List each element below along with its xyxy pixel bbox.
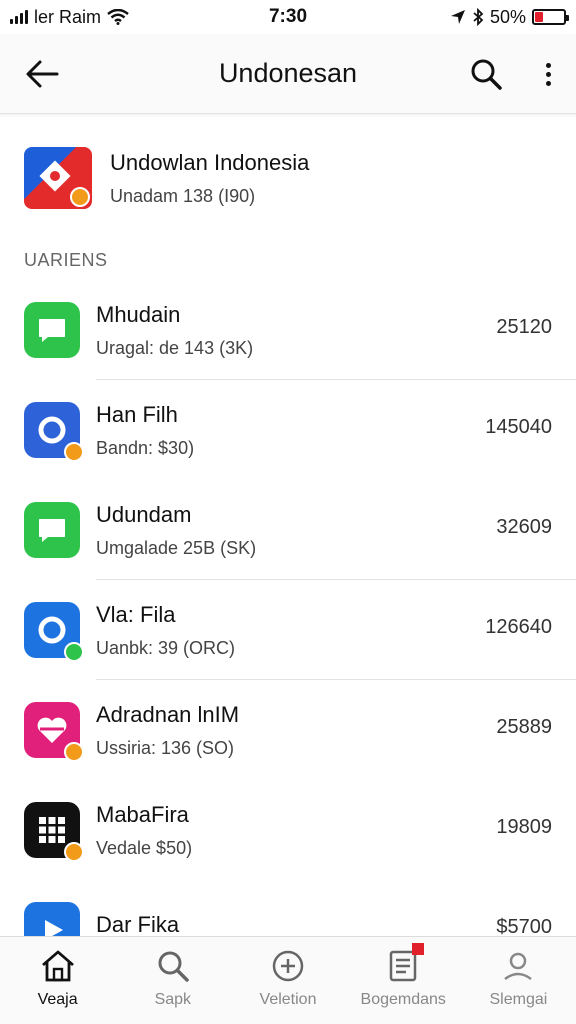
battery-percent: 50% [489, 6, 526, 27]
search-icon [471, 59, 502, 90]
nav-item-search[interactable]: Sapk [115, 937, 230, 1024]
badge-icon [70, 187, 90, 207]
location-arrow-icon [450, 10, 465, 24]
star-icon [39, 160, 71, 192]
list-item[interactable]: MabaFira Vedale $50) 19809 [0, 780, 576, 880]
bluetooth-icon [473, 8, 484, 26]
status-bar: ler Raim 7:30 50% [0, 0, 576, 34]
nav-item-documents[interactable]: Bogemdans [346, 937, 461, 1024]
chat-icon [24, 302, 80, 358]
nav-item-add[interactable]: Veletion [230, 937, 345, 1024]
app-count: 19809 [496, 816, 552, 838]
list-item[interactable]: Udundam Umgalade 25B (SK) 32609 [0, 480, 576, 580]
app-subtitle: Uanbk: 39 (ORC) [96, 637, 236, 658]
nav-label: Veletion [259, 991, 317, 1008]
app-count: 32609 [496, 516, 552, 538]
app-count: 145040 [485, 416, 552, 438]
featured-app[interactable]: Undowlan Indonesia Unadam 138 (I90) [24, 138, 554, 218]
badge-icon [64, 842, 84, 862]
chat-icon [24, 502, 80, 558]
app-count: 25889 [496, 716, 552, 738]
badge-icon [64, 442, 84, 462]
more-options-button[interactable] [536, 54, 560, 94]
nav-label: Sapk [154, 991, 192, 1008]
more-dot [545, 80, 551, 86]
nav-label: Slemgai [489, 991, 548, 1008]
app-subtitle: Uragal: de 143 (3K) [96, 337, 254, 358]
badge-icon [64, 642, 84, 662]
signal-icon [10, 10, 28, 24]
grid-icon [24, 802, 84, 862]
indonesia-flag-icon [24, 147, 92, 209]
wifi-icon [107, 9, 129, 25]
app-name: MabaFira [96, 801, 189, 827]
app-subtitle: Bandn: $30) [96, 437, 195, 458]
more-dot [545, 71, 551, 77]
list-item[interactable]: Han Filh Bandn: $30) 145040 [0, 380, 576, 480]
nav-label: Bogemdans [360, 991, 446, 1008]
app-name: Han Filh [96, 401, 178, 427]
app-list: Mhudain Uragal: de 143 (3K) 25120 Han Fi… [0, 280, 576, 980]
app-count: 25120 [496, 316, 552, 338]
section-label: UARIENS [24, 250, 108, 270]
notification-dot [411, 943, 424, 955]
add-icon [272, 950, 304, 982]
app-count: 126640 [485, 616, 552, 638]
more-dot [545, 62, 551, 68]
list-item[interactable]: Adradnan lnIM Ussiria: 136 (SO) 25889 [0, 680, 576, 780]
battery-icon [532, 9, 569, 25]
app-bar: Undonesan [0, 34, 576, 114]
search-icon [158, 951, 189, 982]
heart-icon [24, 702, 84, 762]
featured-app-subtitle: Unadam 138 (I90) [110, 185, 256, 206]
ring-icon [24, 602, 84, 662]
app-subtitle: Vedale $50) [96, 837, 193, 858]
list-item[interactable]: Vla: Fila Uanbk: 39 (ORC) 126640 [0, 580, 576, 680]
home-icon [41, 950, 74, 982]
app-name: Dar Fika [96, 912, 180, 937]
bottom-nav: Veaja Sapk Veletion Bogemdans Slemgai [0, 936, 576, 1024]
app-name: Adradnan lnIM [96, 701, 240, 727]
profile-icon [504, 952, 533, 981]
nav-item-profile[interactable]: Slemgai [461, 937, 576, 1024]
app-name: Udundam [96, 501, 192, 527]
app-subtitle: Ussiria: 136 (SO) [96, 737, 235, 758]
search-button[interactable] [466, 54, 506, 94]
battery-fill [535, 12, 544, 22]
app-name: Vla: Fila [96, 601, 176, 627]
nav-label: Veaja [37, 991, 78, 1008]
featured-app-name: Undowlan Indonesia [110, 149, 310, 175]
app-subtitle: Umgalade 25B (SK) [96, 537, 257, 558]
badge-icon [64, 742, 84, 762]
nav-item-home[interactable]: Veaja [0, 937, 115, 1024]
carrier-label: ler Raim [34, 6, 102, 27]
app-name: Mhudain [96, 301, 181, 327]
list-item[interactable]: Mhudain Uragal: de 143 (3K) 25120 [0, 280, 576, 380]
ring-icon [24, 402, 84, 462]
